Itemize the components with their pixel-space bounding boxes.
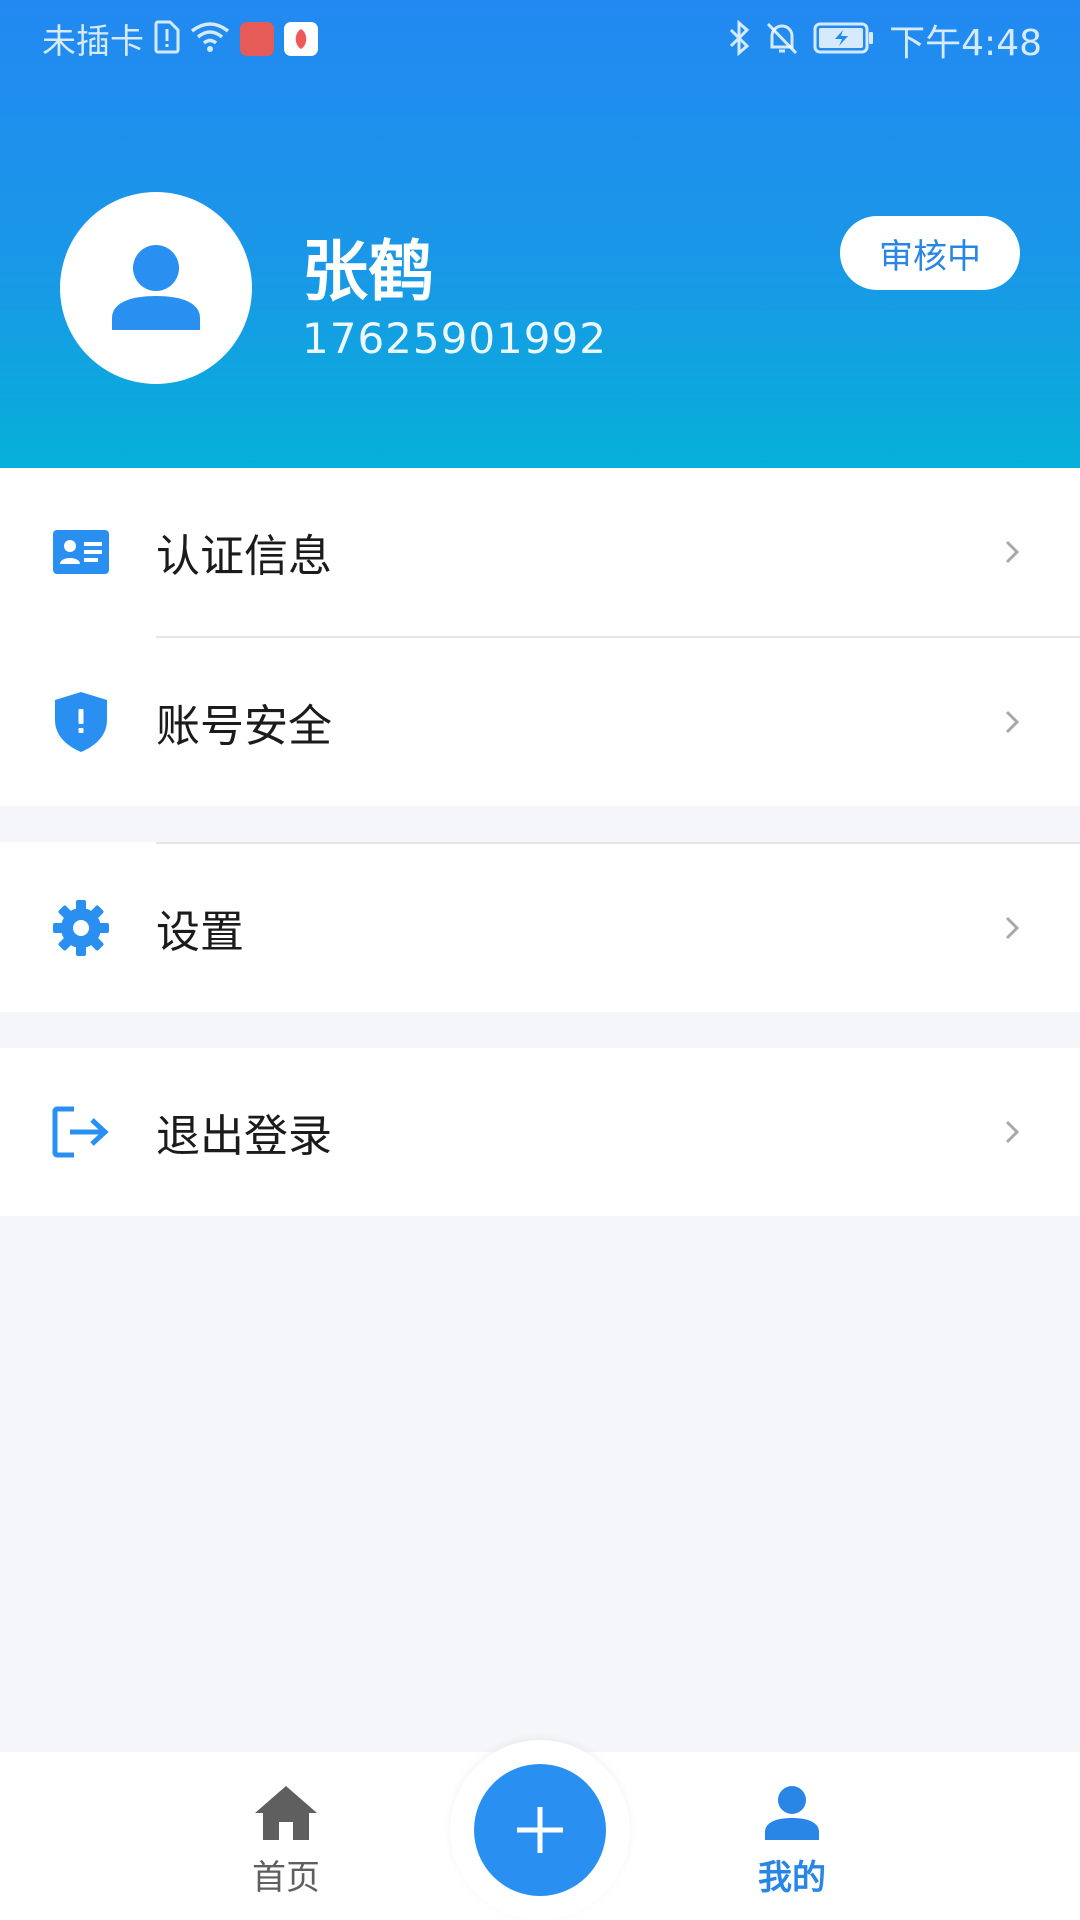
- menu-label-logout: 退出登录: [156, 1111, 332, 1162]
- user-name: 张鹤: [302, 233, 434, 310]
- menu-item-settings[interactable]: 设置: [0, 844, 1080, 1012]
- menu-item-account-security[interactable]: 账号安全: [0, 638, 1080, 806]
- nav-tab-home[interactable]: 首页: [186, 1752, 386, 1920]
- app-icon: [284, 21, 318, 56]
- status-bar: 未插卡 下午4:48: [0, 0, 1080, 76]
- avatar[interactable]: [60, 192, 252, 384]
- chevron-right-icon: [1000, 1120, 1024, 1144]
- profile-header: 未插卡 下午4:48 张鹤 17625901992 审核中: [0, 0, 1080, 468]
- user-phone: 17625901992: [302, 314, 607, 363]
- chevron-right-icon: [1000, 916, 1024, 940]
- menu-group-logout: 退出登录: [0, 1048, 1080, 1216]
- nav-label-home: 首页: [252, 1858, 320, 1898]
- id-card-icon: [52, 523, 110, 581]
- nav-tab-mine[interactable]: 我的: [692, 1752, 892, 1920]
- chevron-right-icon: [1000, 710, 1024, 734]
- gear-icon: [52, 899, 110, 957]
- sim-alert-icon: [154, 20, 180, 58]
- person-icon: [759, 1782, 825, 1844]
- review-status-badge[interactable]: 审核中: [840, 216, 1020, 290]
- menu-group-account: 认证信息 账号安全: [0, 468, 1080, 806]
- bluetooth-icon: [727, 19, 751, 60]
- menu-label-auth-info: 认证信息: [156, 531, 332, 582]
- menu-item-logout[interactable]: 退出登录: [0, 1048, 1080, 1216]
- menu-label-account-security: 账号安全: [156, 701, 332, 752]
- app-store-icon: [240, 21, 274, 56]
- clock: 下午4:48: [889, 23, 1042, 64]
- home-icon: [253, 1782, 319, 1844]
- add-button[interactable]: [474, 1764, 606, 1896]
- chevron-right-icon: [1000, 540, 1024, 564]
- menu-group-settings: 设置: [0, 842, 1080, 1012]
- plus-icon: [517, 1807, 563, 1853]
- battery-charging-icon: [813, 22, 875, 58]
- wifi-icon: [190, 21, 230, 57]
- person-icon: [112, 245, 200, 330]
- shield-icon: [52, 692, 110, 752]
- nav-label-mine: 我的: [758, 1858, 826, 1898]
- menu-item-auth-info[interactable]: 认证信息: [0, 468, 1080, 636]
- menu-label-settings: 设置: [156, 907, 244, 958]
- mute-icon: [765, 20, 799, 60]
- carrier-text: 未插卡: [42, 22, 144, 62]
- logout-icon: [52, 1103, 110, 1161]
